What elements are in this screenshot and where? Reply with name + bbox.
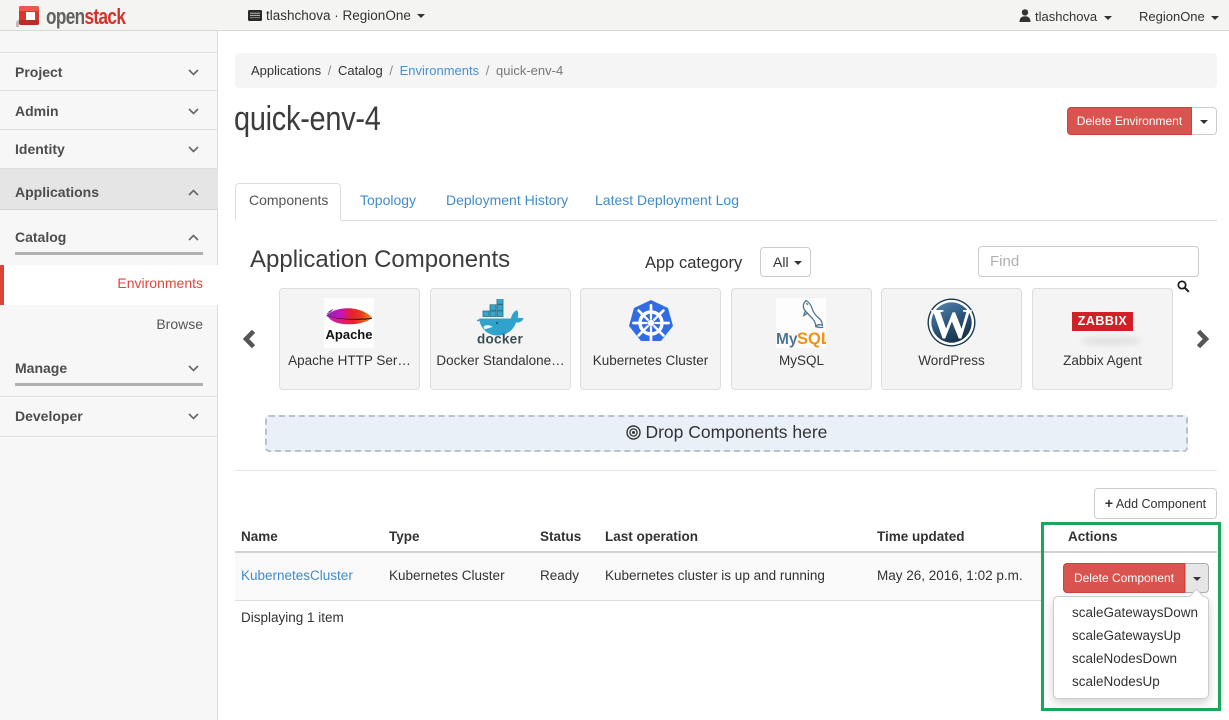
svg-text:Apache: Apache [326, 327, 373, 342]
svg-text:docker: docker [477, 332, 524, 346]
svg-text:W: W [931, 302, 973, 347]
svg-text:SQL: SQL [797, 330, 826, 348]
svg-text:My: My [776, 331, 798, 348]
